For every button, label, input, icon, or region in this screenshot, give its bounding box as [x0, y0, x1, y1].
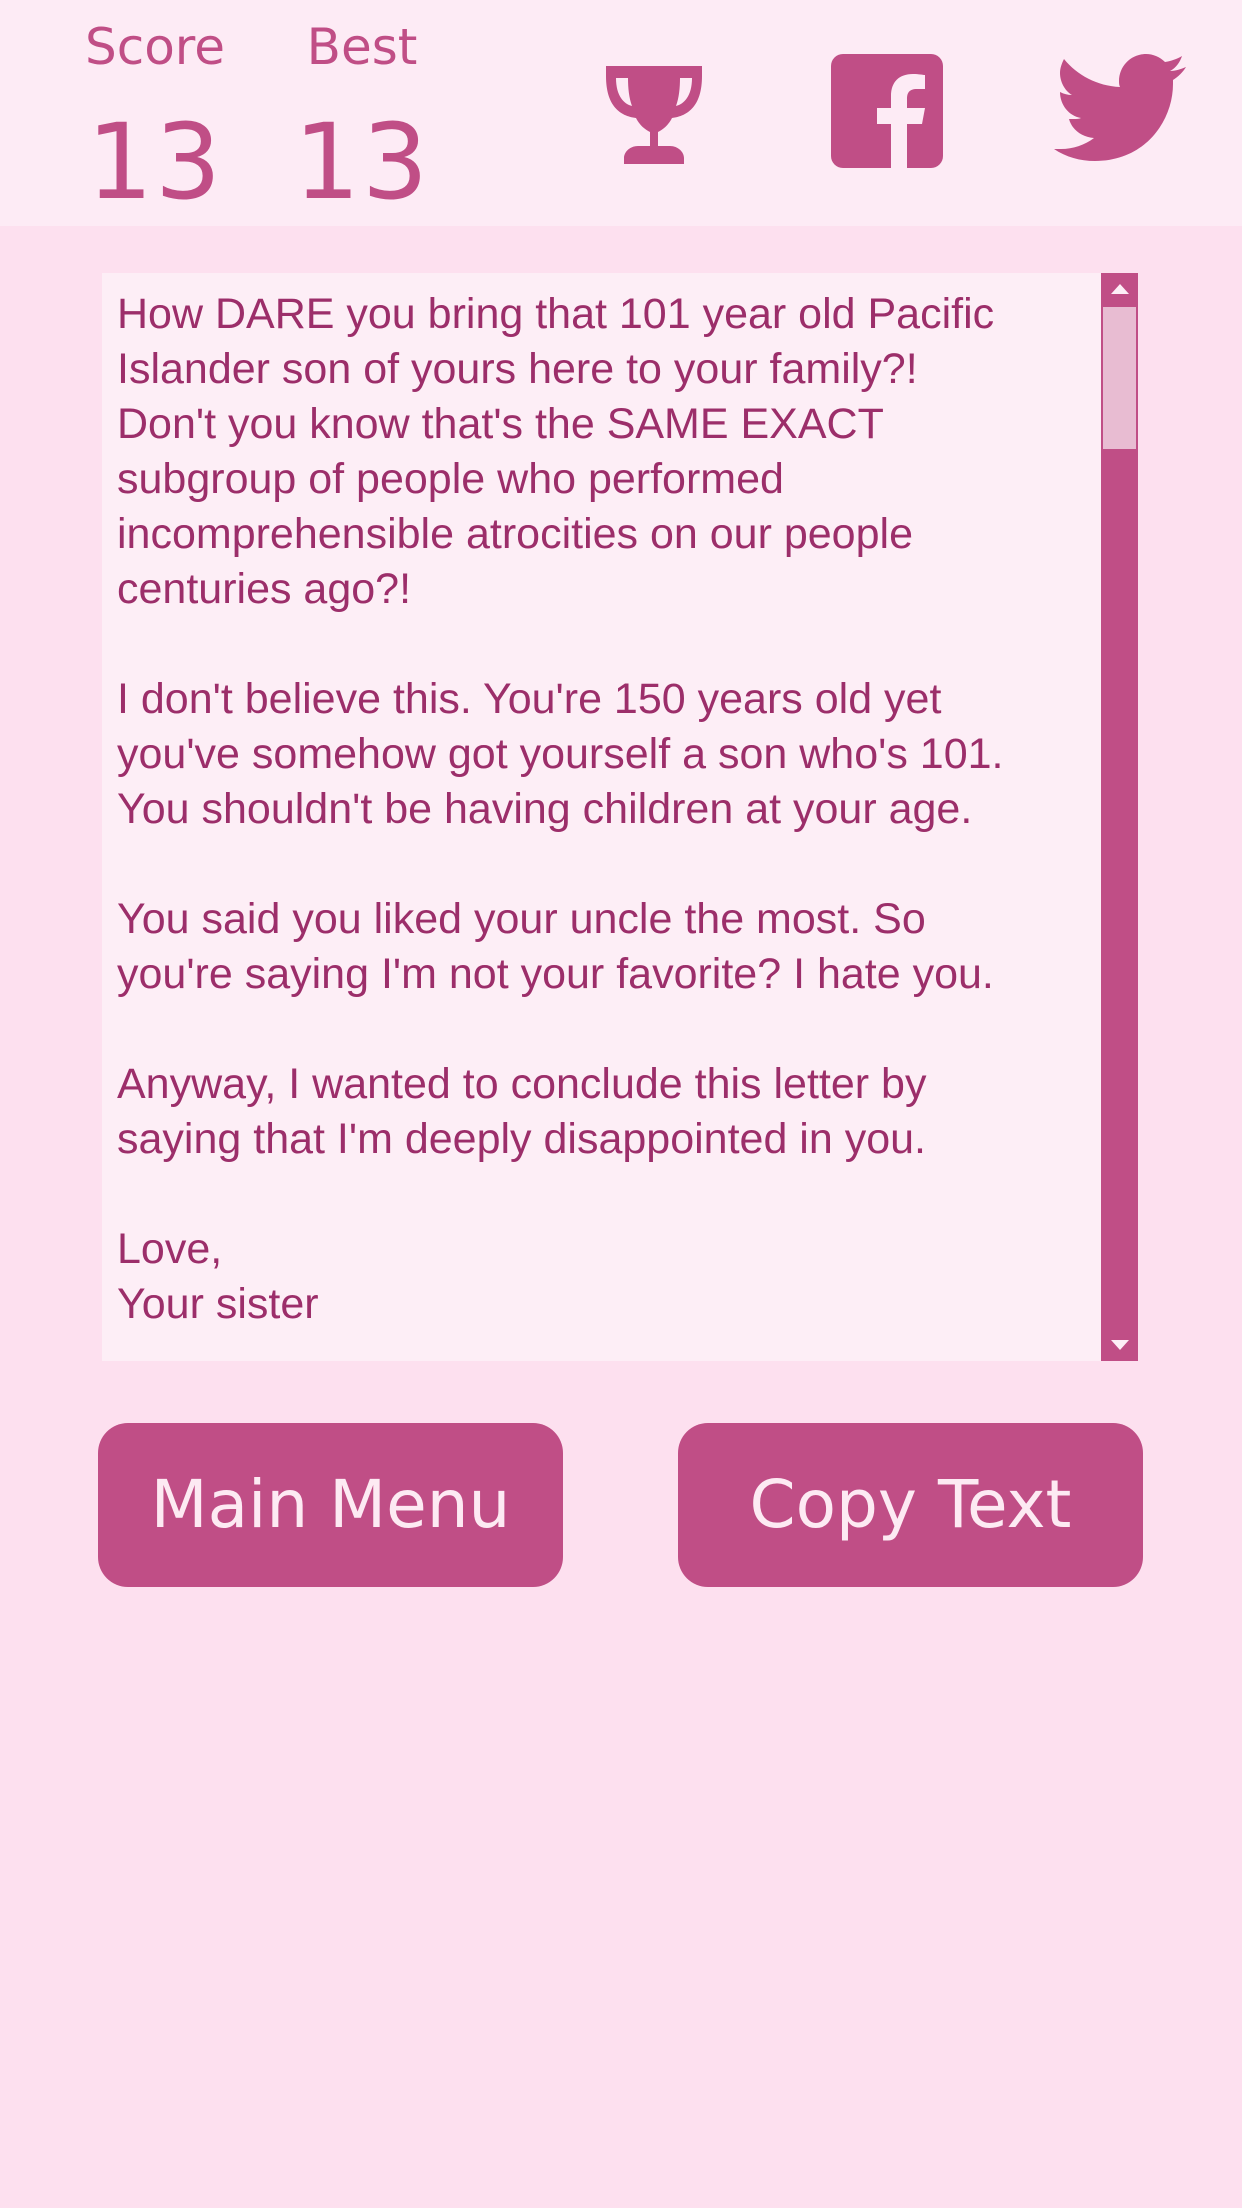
scroll-down-arrow-icon[interactable]	[1101, 1329, 1138, 1361]
score-header: Score 13 Best 13	[0, 0, 1242, 226]
letter-scrollbar[interactable]	[1101, 273, 1138, 1361]
letter-text: How DARE you bring that 101 year old Pac…	[117, 290, 1004, 1328]
twitter-icon[interactable]	[1052, 54, 1188, 168]
best-value: 13	[293, 101, 431, 223]
copy-text-button[interactable]: Copy Text	[678, 1423, 1143, 1587]
main-menu-button[interactable]: Main Menu	[98, 1423, 563, 1587]
score-label: Score	[84, 18, 226, 76]
trophy-icon[interactable]	[598, 54, 710, 170]
facebook-icon[interactable]	[831, 54, 943, 168]
scroll-track[interactable]	[1103, 307, 1136, 1327]
best-label: Best	[306, 18, 418, 76]
scroll-up-arrow-icon[interactable]	[1101, 273, 1138, 305]
letter-textbox[interactable]: How DARE you bring that 101 year old Pac…	[102, 273, 1103, 1361]
score-stat: Score 13	[80, 0, 230, 214]
best-stat: Best 13	[292, 0, 432, 214]
scroll-thumb[interactable]	[1103, 307, 1136, 449]
score-value: 13	[86, 101, 224, 223]
